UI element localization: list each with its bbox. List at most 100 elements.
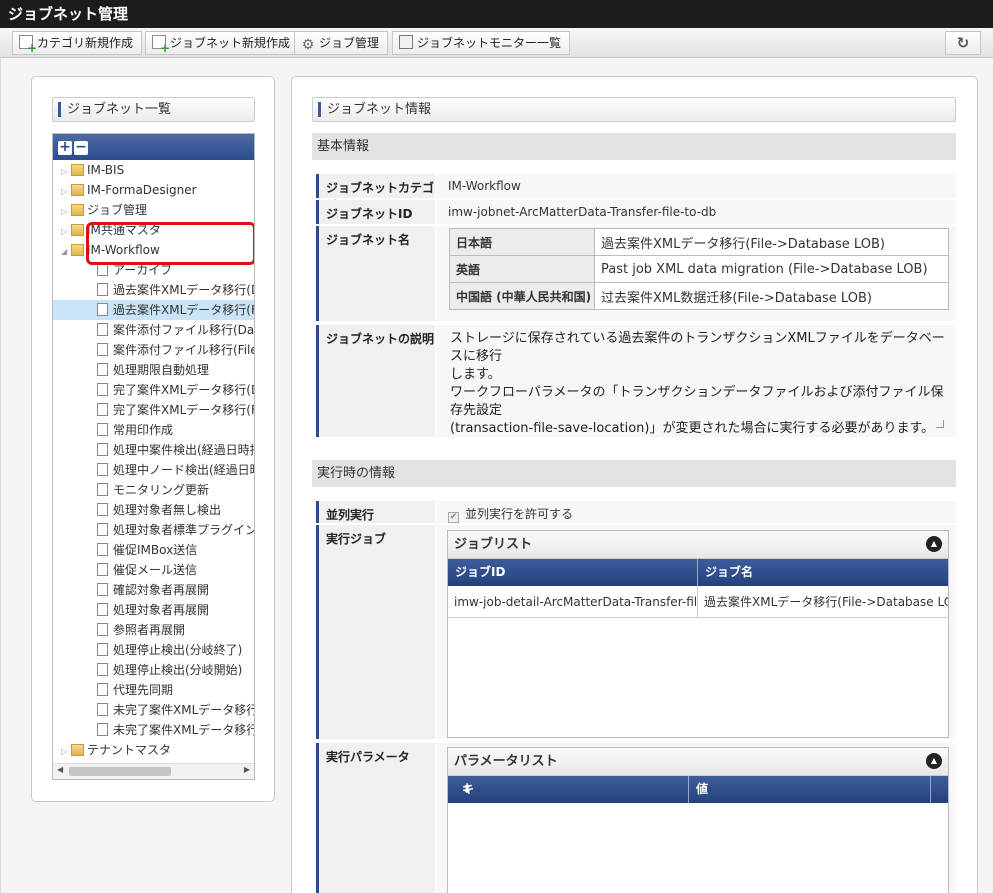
column-job-name[interactable]: ジョブ名 [698, 559, 753, 586]
scroll-left-icon[interactable]: ◀ [57, 765, 63, 774]
job-list-panel: ジョブリスト ▲ ジョブID ジョブ名 imw-job-detail-ArcMa… [447, 530, 949, 738]
tree-toggle-icon[interactable]: ▷ [61, 742, 71, 762]
jobnet-id-value: imw-jobnet-ArcMatterData-Transfer-file-t… [436, 200, 956, 224]
scroll-right-icon[interactable]: ▶ [244, 765, 250, 774]
horizontal-scrollbar[interactable]: ◀ ▶ [53, 763, 254, 779]
jobnet-monitor-list-label: ジョブネットモニター一覧 [417, 36, 562, 50]
lang-label: 中国語 (中華人民共和国) [449, 282, 595, 310]
name-value: Past job XML data migration (File->Datab… [594, 255, 949, 283]
document-icon [97, 723, 108, 736]
tree-node-label: アーカイブ [113, 263, 173, 277]
param-list-panel: パラメータリスト ▲ キー ⬍ 値 [447, 747, 949, 893]
app-title: ジョブネット管理 [0, 0, 993, 28]
tree-folder-node[interactable]: ▷ ジョブ管理 [53, 200, 254, 220]
parallel-label: 並列実行 [316, 501, 435, 523]
description-line: します。 [450, 367, 501, 382]
column-value[interactable]: 値 [689, 776, 708, 803]
tree-node-label: 催促IMBox送信 [113, 543, 198, 557]
tree-jobnet-node[interactable]: 処理対象者標準プラグイン検 [53, 520, 254, 540]
tree-folder-node[interactable]: ▷ テナントマスタ [53, 740, 254, 760]
tree-jobnet-node[interactable]: 未完了案件XMLデータ移行 [53, 720, 254, 740]
folder-icon [71, 744, 84, 756]
tree-jobnet-node[interactable]: 確認対象者再展開 [53, 580, 254, 600]
tree-toggle-icon[interactable]: ▷ [61, 202, 71, 222]
document-icon [97, 403, 108, 416]
tree-folder-node[interactable]: ▷ IM-FormaDesigner [53, 180, 254, 200]
document-icon [97, 543, 108, 556]
param-list-title: パラメータリスト [454, 754, 558, 769]
tree-jobnet-node[interactable]: 案件添付ファイル移行(Data [53, 320, 254, 340]
new-category-button[interactable]: カテゴリ新規作成 [12, 31, 143, 55]
tree-jobnet-node[interactable]: 未完了案件XMLデータ移行 [53, 700, 254, 720]
tree-jobnet-node[interactable]: 常用印作成 [53, 420, 254, 440]
tree-node-label: 処理中案件検出(経過日時指 [113, 443, 255, 457]
tree-jobnet-node[interactable]: 代理先同期 [53, 680, 254, 700]
job-management-button[interactable]: ⚙ ジョブ管理 [294, 31, 389, 55]
tree-jobnet-node[interactable]: モニタリング更新 [53, 480, 254, 500]
job-list-title: ジョブリスト [454, 537, 533, 552]
tree-node-label: 案件添付ファイル移行(File- [113, 343, 255, 357]
jobnet-info-title: ジョブネット情報 [312, 97, 956, 122]
new-document-icon [152, 35, 170, 54]
tree-jobnet-node[interactable]: 処理対象者無し検出 [53, 500, 254, 520]
tree-jobnet-node[interactable]: 処理停止検出(分岐開始) [53, 660, 254, 680]
collapse-up-icon[interactable]: ▲ [926, 753, 942, 769]
tree-node-label: 処理対象者無し検出 [113, 503, 222, 517]
tree-jobnet-node[interactable]: 催促IMBox送信 [53, 540, 254, 560]
jobnet-monitor-list-button[interactable]: ジョブネットモニター一覧 [392, 31, 571, 55]
tree-toolbar: + − [53, 134, 254, 160]
tree-toggle-icon[interactable]: ◢ [61, 242, 71, 262]
refresh-button[interactable]: ↻ [945, 31, 981, 55]
collapse-up-icon[interactable]: ▲ [926, 536, 942, 552]
tree-folder-node[interactable]: ▷ IM-BIS [53, 160, 254, 180]
param-list-header: パラメータリスト ▲ [448, 748, 948, 776]
column-job-id[interactable]: ジョブID [448, 559, 505, 586]
document-icon [97, 703, 108, 716]
tree-jobnet-node[interactable]: 参照者再展開 [53, 620, 254, 640]
description-textarea[interactable]: ストレージに保存されている過去案件のトランザクションXMLファイルをデータベース… [447, 327, 947, 436]
tree-jobnet-node[interactable]: 処理対象者再展開 [53, 600, 254, 620]
jobnet-tree: + − ▷ IM-BIS ▷ IM-FormaDesigner ▷ ジョブ管理 ▷ IM共通マス… [52, 133, 255, 780]
collapse-all-icon[interactable]: − [74, 140, 88, 155]
selection-highlight-box [86, 222, 254, 265]
tree-jobnet-node[interactable]: 完了案件XMLデータ移行(D [53, 380, 254, 400]
tree-jobnet-node[interactable]: 処理期限自動処理 [53, 360, 254, 380]
tree-toggle-icon[interactable]: ▷ [61, 182, 71, 202]
tree-jobnet-node[interactable]: 処理中ノード検出(経過日時 [53, 460, 254, 480]
resize-grip-icon[interactable] [936, 420, 944, 428]
table-row[interactable]: imw-job-detail-ArcMatterData-Transfer-fi… [448, 586, 948, 618]
tree-jobnet-node[interactable]: 完了案件XMLデータ移行(F [53, 400, 254, 420]
tree-jobnet-node[interactable]: 過去案件XMLデータ移行(F [53, 300, 254, 320]
description-label: ジョブネットの説明 [316, 325, 435, 437]
tree-node-label: 確認対象者再展開 [113, 583, 210, 597]
name-value: 過去案件XMLデータ移行(File->Database LOB) [594, 228, 949, 256]
tree-node-label: 処理期限自動処理 [113, 363, 210, 377]
expand-all-icon[interactable]: + [58, 140, 72, 155]
parallel-checkbox[interactable]: ✔ [448, 512, 459, 523]
column-divider[interactable] [930, 776, 931, 803]
tree-jobnet-node[interactable]: 処理停止検出(分岐終了) [53, 640, 254, 660]
new-jobnet-button[interactable]: ジョブネット新規作成 [145, 31, 300, 55]
tree-node-label: IM-BIS [87, 163, 125, 177]
folder-icon [71, 244, 84, 256]
job-list-header: ジョブリスト ▲ [448, 531, 948, 559]
name-row-ja: 日本語 過去案件XMLデータ移行(File->Database LOB) [449, 228, 949, 256]
tree-node-label: 参照者再展開 [113, 623, 186, 637]
tree-jobnet-node[interactable]: 処理中案件検出(経過日時指 [53, 440, 254, 460]
exec-job-label: 実行ジョブ [316, 525, 435, 739]
document-icon [97, 363, 108, 376]
scrollbar-thumb[interactable] [69, 767, 171, 776]
tree-toggle-icon[interactable]: ▷ [61, 162, 71, 182]
document-icon [97, 483, 108, 496]
document-icon [97, 343, 108, 356]
tree-toggle-icon[interactable]: ▷ [61, 222, 71, 242]
folder-icon [71, 164, 84, 176]
new-document-icon [19, 35, 37, 54]
tree-jobnet-node[interactable]: 案件添付ファイル移行(File- [53, 340, 254, 360]
sort-icon[interactable]: ⬍ [455, 776, 472, 803]
tree-jobnet-node[interactable]: 過去案件XMLデータ移行(D [53, 280, 254, 300]
document-icon [97, 523, 108, 536]
document-icon [97, 583, 108, 596]
tree-jobnet-node[interactable]: 催促メール送信 [53, 560, 254, 580]
name-value: 过去案件XML数据迁移(File->Database LOB) [594, 282, 949, 310]
